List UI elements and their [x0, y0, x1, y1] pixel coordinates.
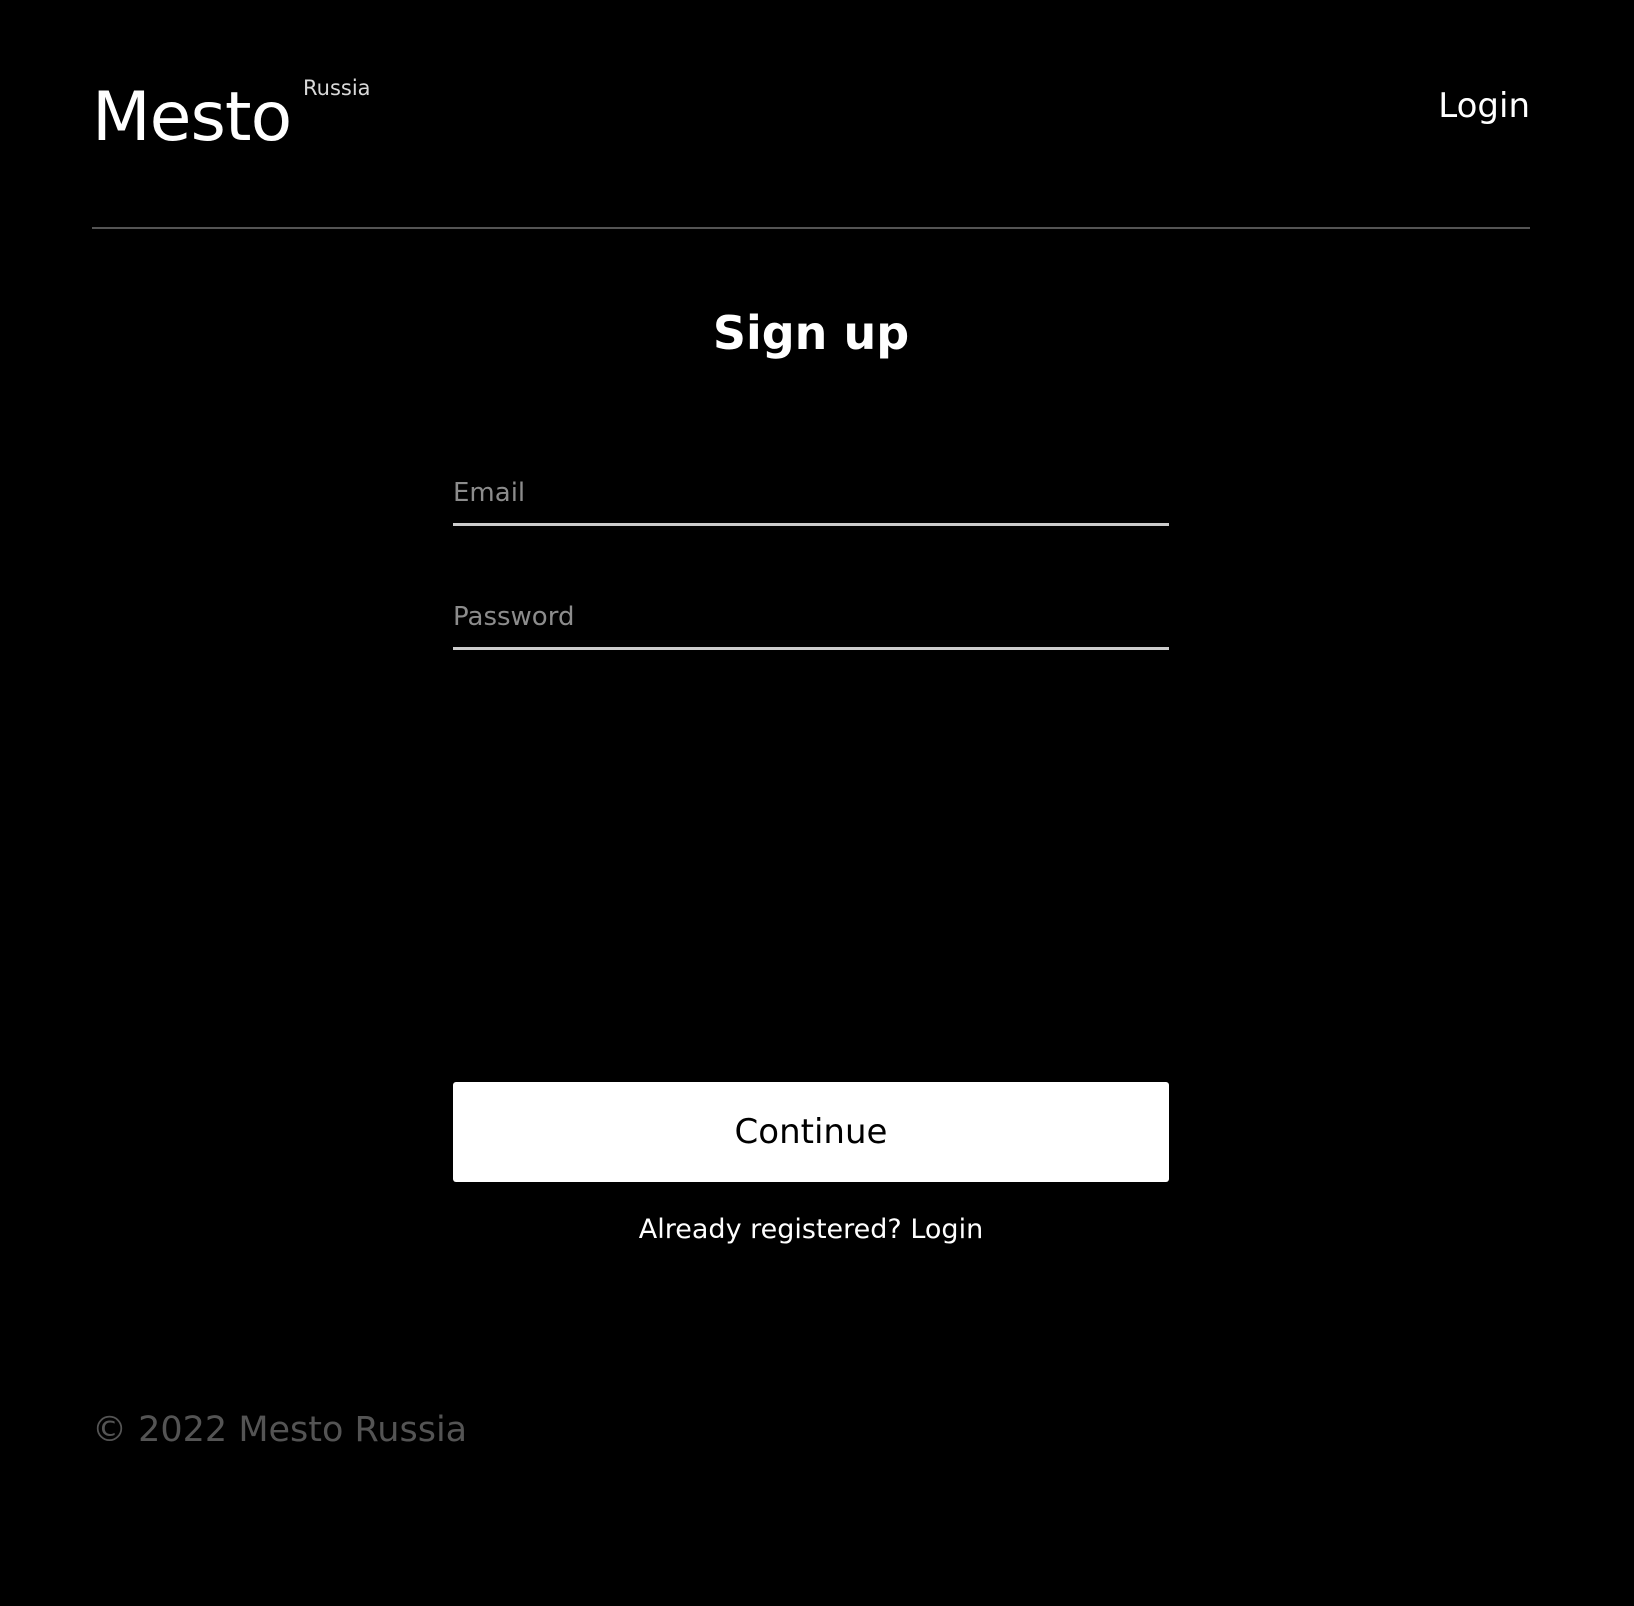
continue-button[interactable]: Continue [453, 1082, 1169, 1182]
email-field[interactable] [453, 462, 1169, 526]
logo-text: Mesto [92, 78, 292, 157]
login-link[interactable]: Login [910, 1214, 983, 1245]
page-header: Mesto Russia Login [92, 0, 1530, 229]
page-title: Sign up [712, 306, 910, 360]
already-registered-prompt: Already registered? [638, 1214, 902, 1245]
already-registered-text: Already registered? Login [0, 1210, 1622, 1250]
footer: © 2022 Mesto Russia [92, 1408, 467, 1452]
copyright-text: © 2022 Mesto Russia [92, 1410, 468, 1450]
logo: Mesto Russia [92, 76, 382, 158]
logo-subtext: Russia [303, 76, 371, 100]
password-field[interactable] [453, 586, 1169, 650]
header-login-link[interactable]: Login [1438, 86, 1530, 126]
